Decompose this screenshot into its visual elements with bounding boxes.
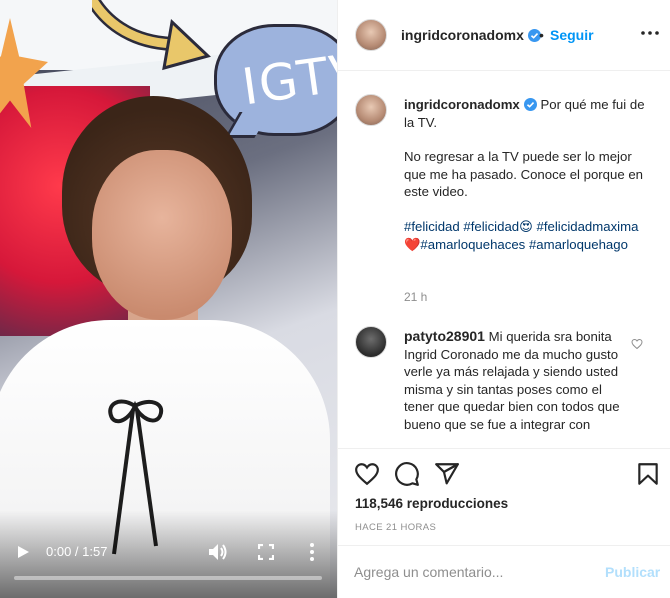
view-count[interactable]: 118,546 reproducciones [355,496,508,511]
share-icon[interactable] [434,461,460,487]
video-time: 0:00 / 1:57 [46,544,108,559]
caption-username[interactable]: ingridcoronadomx [404,97,520,112]
hashtag-link[interactable]: #amarloquehago [529,237,628,252]
video-player[interactable]: IGTV 0:00 / 1:57 [0,0,337,598]
comment-text: Mi querida sra bonita Ingrid Coronado me… [404,329,620,432]
caption-hashtags: #felicidad #felicidad😍 #felicidadmaxima❤… [404,218,654,253]
author-avatar[interactable] [355,19,387,51]
fullscreen-icon[interactable] [258,544,274,560]
more-vertical-icon[interactable] [308,542,316,562]
caption-timestamp[interactable]: 21 h [404,290,427,304]
heart-icon[interactable] [354,461,380,487]
video-progress-bar[interactable] [14,576,322,580]
caption-body: No regresar a la TV puede ser lo mejor q… [404,149,644,200]
arrow-decoration [92,0,211,71]
caption-author-avatar[interactable] [355,94,387,126]
add-comment-bar: Publicar [338,545,670,598]
author-username-row: ingridcoronadomx [401,27,541,45]
post-actions: 118,546 reproducciones HACE 21 HORAS [338,448,670,552]
hashtag-link[interactable]: #felicidad [404,219,460,234]
comment-text-block: patyto28901 Mi querida sra bonita Ingrid… [404,328,628,434]
person-face [92,150,232,320]
comments-list[interactable]: ingridcoronadomx Por qué me fui de la TV… [338,72,670,448]
commenter-avatar[interactable] [355,326,387,358]
comment-input[interactable] [354,561,594,583]
comment-like-icon[interactable] [631,338,643,350]
header-separator: • [539,27,544,43]
post-comment-button[interactable]: Publicar [605,564,660,580]
video-controls: 0:00 / 1:57 [0,538,337,568]
post-header: ingridcoronadomx • Seguir [338,0,670,71]
author-username[interactable]: ingridcoronadomx [401,27,524,43]
comment-icon[interactable] [394,461,420,487]
post-panel: ingridcoronadomx • Seguir ingridcoronado… [337,0,670,598]
hashtag-link[interactable]: #felicidad😍 [463,219,532,234]
verified-badge-icon [523,98,537,111]
volume-icon[interactable] [208,543,228,561]
bookmark-icon[interactable] [635,461,661,487]
caption: ingridcoronadomx Por qué me fui de la TV… [404,96,654,253]
more-options-icon[interactable] [640,26,660,40]
commenter-username[interactable]: patyto28901 [404,328,485,344]
play-icon[interactable] [16,545,30,559]
follow-button[interactable]: Seguir [550,27,594,43]
hashtag-link[interactable]: #amarloquehaces [420,237,525,252]
post-date[interactable]: HACE 21 HORAS [355,522,436,533]
